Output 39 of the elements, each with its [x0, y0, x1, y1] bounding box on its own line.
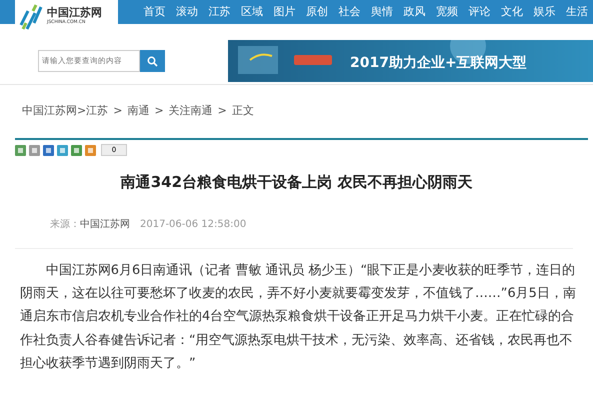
- source-label: 来源：: [50, 219, 80, 230]
- share-icon[interactable]: [57, 144, 68, 156]
- nav-link[interactable]: 原创: [300, 4, 333, 20]
- breadcrumb-separator: >: [113, 104, 122, 117]
- search-button[interactable]: [140, 50, 165, 72]
- breadcrumb-link[interactable]: 关注南通: [168, 104, 213, 117]
- source-name: 中国江苏网: [80, 219, 130, 230]
- nav-link[interactable]: 娱乐: [528, 4, 560, 20]
- share-icon[interactable]: [71, 144, 82, 156]
- logo-icon: [19, 2, 43, 30]
- breadcrumb-separator: >: [77, 104, 86, 117]
- breadcrumb-link[interactable]: 中国江苏网: [22, 104, 77, 117]
- share-icon[interactable]: [29, 144, 40, 156]
- nav-link[interactable]: 宽频: [430, 4, 463, 20]
- nav-link[interactable]: 区域: [236, 4, 268, 20]
- banner-ad[interactable]: 2017助力企业+互联网大型: [228, 40, 593, 82]
- breadcrumb-link[interactable]: 南通: [127, 104, 150, 117]
- logo-text: 中国江苏网: [47, 7, 102, 18]
- nav-link[interactable]: 政风: [398, 4, 430, 20]
- nav-link[interactable]: 社会: [333, 4, 366, 20]
- nav-link[interactable]: 文化: [496, 4, 528, 20]
- nav-link[interactable]: 舆情: [366, 4, 398, 20]
- share-icon[interactable]: [15, 144, 26, 156]
- nav-link[interactable]: 生活: [560, 4, 593, 20]
- nav-link[interactable]: 江苏: [203, 4, 236, 20]
- nav-link[interactable]: 滚动: [170, 4, 203, 20]
- nav-link[interactable]: 首页: [138, 4, 170, 20]
- search-icon: [147, 56, 158, 66]
- article-title: 南通342台粮食电烘干设备上岗 农民不再担心阴雨天: [120, 173, 474, 191]
- article-body: 中国江苏网6月6日南通讯（记者 曹敏 通讯员 杨少玉）“眼下正是小麦收获的旺季节，连日的阴雨天，这在以往可要愁坏了收麦的农民，弄不好小麦就要霉变发芽，不值钱了……”6月5日，南通启东市信启农机专业合作社的4台空气源热泵粮食烘干设备正开足马力烘干小麦。正在忙碌的合作社负责人谷春健告诉记者：“用空气源热泵电烘干技术，无污染、效率高、还省钱，农民再也不担心收获季节遇到阴雨天了。”: [19, 262, 577, 373]
- nav-link[interactable]: 图片: [268, 4, 300, 20]
- publish-date: 2017-06-06 12:58:00: [140, 219, 246, 230]
- share-icon[interactable]: [85, 144, 96, 156]
- nav-link[interactable]: 评论: [463, 4, 496, 20]
- share-icon[interactable]: [43, 144, 54, 156]
- breadcrumb-separator: >: [218, 104, 227, 117]
- breadcrumb-link[interactable]: 江苏: [86, 104, 108, 117]
- breadcrumb-separator: >: [154, 104, 164, 117]
- breadcrumb-link[interactable]: 正文: [232, 104, 254, 117]
